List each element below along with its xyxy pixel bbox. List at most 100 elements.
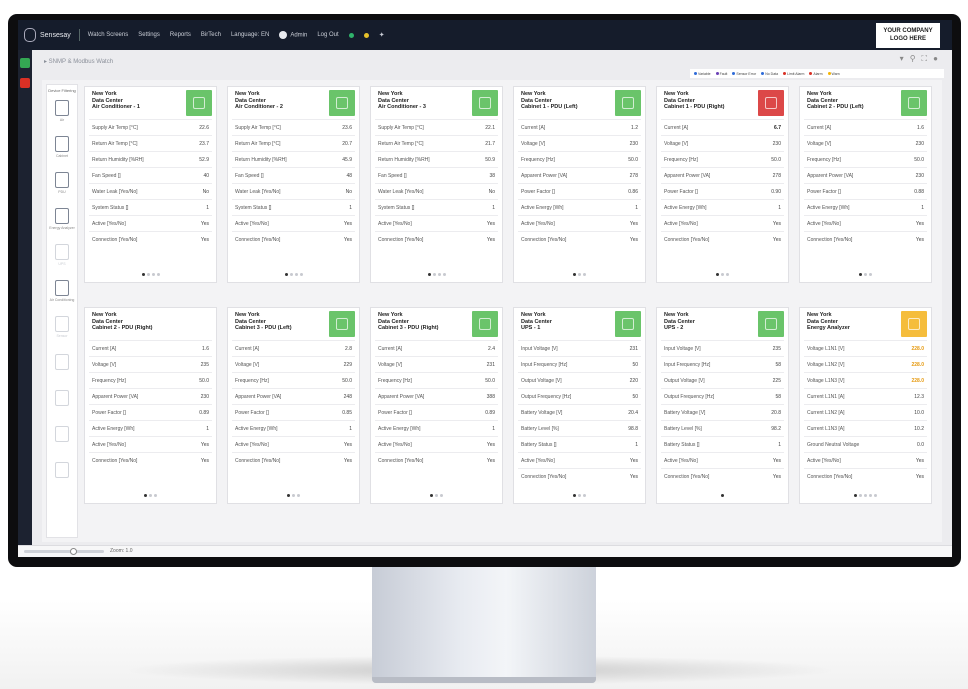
pager-dot[interactable]: [141, 273, 145, 276]
zoom-slider-track[interactable]: [24, 550, 104, 553]
pager-dot[interactable]: [427, 273, 431, 276]
pager-dot[interactable]: [578, 273, 581, 276]
pager-dot[interactable]: [430, 494, 433, 497]
device-status-icon[interactable]: [472, 311, 498, 337]
pager-dot[interactable]: [859, 494, 862, 497]
device-status-icon[interactable]: [472, 90, 498, 116]
device-card[interactable]: New York Data Center Air Conditioner - 3 Su…: [370, 86, 503, 283]
settings-gear-icon[interactable]: ✦: [379, 31, 385, 39]
device-card[interactable]: New York Data Center Cabinet 1 - PDU (Righ…: [656, 86, 789, 283]
pager-dot[interactable]: [435, 494, 438, 497]
device-card[interactable]: New York Data Center Cabinet 2 - PDU (Righ…: [84, 307, 217, 504]
pager-dot[interactable]: [573, 494, 576, 497]
pager-dot[interactable]: [149, 494, 152, 497]
nav-watch-screens[interactable]: Watch Screens: [88, 32, 128, 38]
fullscreen-icon[interactable]: ⛶: [922, 54, 928, 64]
device-status-icon[interactable]: [901, 90, 927, 116]
device-card[interactable]: New York Data Center Air Conditioner - 2 Su…: [227, 86, 360, 283]
pager-dot[interactable]: [146, 273, 150, 276]
device-status-icon[interactable]: [186, 90, 212, 116]
pager-dot[interactable]: [294, 273, 298, 276]
pager-dot[interactable]: [292, 494, 295, 497]
pager-dot[interactable]: [864, 273, 867, 276]
sidebar-filter-item[interactable]: [47, 381, 77, 417]
pager-dot[interactable]: [287, 494, 290, 497]
metric-row: Current [A] 1.6: [89, 340, 212, 356]
pager-dot[interactable]: [869, 494, 872, 497]
pager-dot[interactable]: [573, 273, 576, 276]
device-status-icon[interactable]: [615, 90, 641, 116]
pager-dot[interactable]: [440, 494, 443, 497]
nav-settings[interactable]: Settings: [138, 32, 160, 38]
sidebar-filter-item[interactable]: Air Conditioning: [47, 273, 77, 309]
pager-dot[interactable]: [442, 273, 446, 276]
device-status-icon[interactable]: [329, 311, 355, 337]
device-card[interactable]: New York Data Center Air Conditioner - 1 Su…: [84, 86, 217, 283]
nav-admin[interactable]: Admin: [279, 31, 307, 39]
pager-dot[interactable]: [437, 273, 441, 276]
device-status-icon[interactable]: [329, 90, 355, 116]
device-status-icon[interactable]: [615, 311, 641, 337]
pager-dot[interactable]: [151, 273, 155, 276]
device-card[interactable]: New York Data Center Cabinet 2 - PDU (Left…: [799, 86, 932, 283]
metric-label: Input Frequency [Hz]: [521, 361, 568, 368]
nav-birtech[interactable]: BirTech: [201, 32, 221, 38]
device-status-icon[interactable]: [901, 311, 927, 337]
filter-icon[interactable]: ▾: [900, 54, 904, 64]
pager-dot[interactable]: [869, 273, 872, 276]
pager-dot[interactable]: [297, 494, 300, 497]
zoom-slider-handle[interactable]: [70, 548, 77, 555]
metric-row: Return Humidity [%RH] 50.9: [375, 151, 498, 167]
device-status-icon[interactable]: [758, 311, 784, 337]
pager-dot[interactable]: [859, 273, 862, 276]
sidebar-filter-item[interactable]: Cabinet: [47, 129, 77, 165]
device-card[interactable]: New York Data Center Cabinet 3 - PDU (Left…: [227, 307, 360, 504]
sidebar-filter-item[interactable]: [47, 345, 77, 381]
device-filter-sidebar: Device Filtering Air Cabinet PDU Energy Ana…: [46, 84, 78, 538]
pager-dot[interactable]: [432, 273, 436, 276]
device-card[interactable]: New York Data Center UPS - 2 Input Voltage …: [656, 307, 789, 504]
status-online-icon[interactable]: [348, 32, 354, 38]
device-card[interactable]: New York Data Center Energy Analyzer Voltag…: [799, 307, 932, 504]
pager-dot[interactable]: [726, 273, 729, 276]
pager-dot[interactable]: [289, 273, 293, 276]
nav-reports[interactable]: Reports: [170, 32, 191, 38]
device-card[interactable]: New York Data Center Cabinet 1 - PDU (Left…: [513, 86, 646, 283]
pin-icon[interactable]: ⚲: [910, 54, 916, 64]
nav-logout[interactable]: Log Out: [317, 32, 338, 38]
nav-language[interactable]: Language: EN: [231, 32, 269, 38]
pager-dot[interactable]: [156, 273, 160, 276]
pager-dot[interactable]: [583, 494, 586, 497]
pager-dot[interactable]: [874, 494, 877, 497]
sidebar-filter-item[interactable]: [47, 453, 77, 489]
sidebar-filter-item[interactable]: Energy Analyzer: [47, 201, 77, 237]
rail-alarm-icon[interactable]: [20, 78, 30, 88]
sidebar-filter-item[interactable]: Sensor: [47, 309, 77, 345]
sidebar-filter-item[interactable]: PDU: [47, 165, 77, 201]
metric-label: Apparent Power [VA]: [378, 393, 425, 400]
pager-dot[interactable]: [854, 494, 857, 497]
sidebar-filter-item[interactable]: Air: [47, 93, 77, 129]
pager-dot[interactable]: [583, 273, 586, 276]
pager-dot[interactable]: [721, 273, 724, 276]
pager-dot[interactable]: [154, 494, 157, 497]
sidebar-filter-item[interactable]: UPS: [47, 237, 77, 273]
pager-dot[interactable]: [578, 494, 581, 497]
brand[interactable]: Sensesay: [24, 28, 71, 42]
metric-label: Connection [Yes/No]: [92, 457, 138, 464]
device-status-icon[interactable]: [758, 90, 784, 116]
device-card[interactable]: New York Data Center Cabinet 3 - PDU (Righ…: [370, 307, 503, 504]
pager-dot[interactable]: [144, 494, 147, 497]
pager-dot[interactable]: [864, 494, 867, 497]
pager-dot[interactable]: [716, 273, 719, 276]
sidebar-filter-item[interactable]: [47, 417, 77, 453]
pager-dot[interactable]: [299, 273, 303, 276]
metric-value: 50: [632, 361, 638, 368]
pager-dot[interactable]: [721, 494, 724, 497]
pager-dot[interactable]: [284, 273, 288, 276]
status-warning-icon[interactable]: [363, 32, 369, 38]
breadcrumb[interactable]: ▸ SNMP & Modbus Watch: [44, 58, 113, 65]
device-card[interactable]: New York Data Center UPS - 1 Input Voltage …: [513, 307, 646, 504]
rail-home-icon[interactable]: [20, 58, 30, 68]
more-icon[interactable]: ●: [933, 54, 938, 64]
